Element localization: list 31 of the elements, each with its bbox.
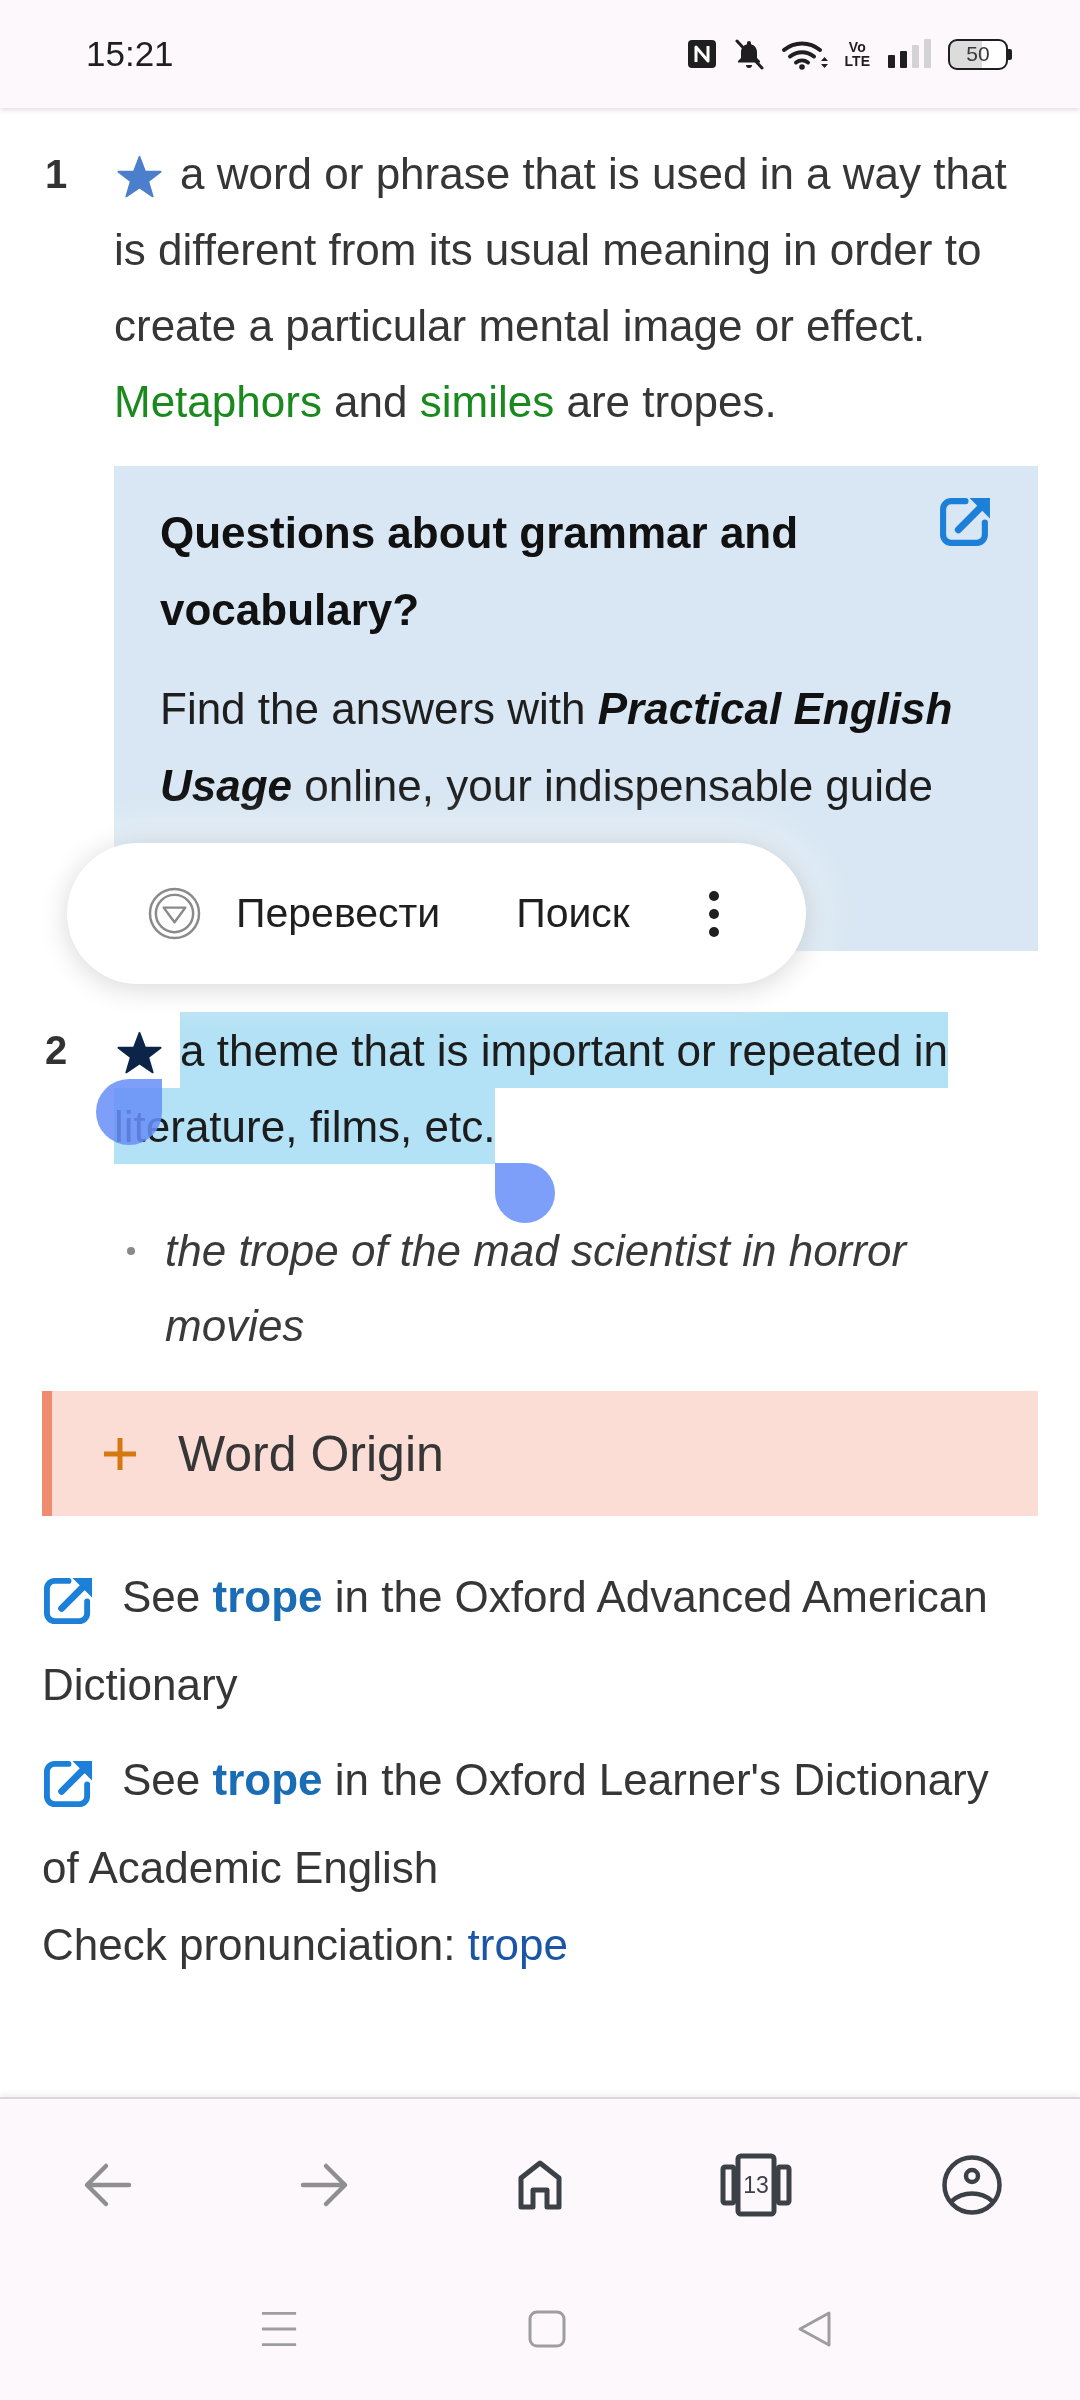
menu-icon[interactable] <box>260 2310 298 2348</box>
sense-number: 2 <box>45 1028 68 1072</box>
home-icon[interactable] <box>516 2158 564 2212</box>
network-type-text: LTE <box>844 54 870 68</box>
pronunciation-text: Check pronunciation: trope <box>42 1920 568 1969</box>
network-type-text: Vo <box>848 40 866 54</box>
wifi-icon <box>780 38 829 70</box>
definition-text: a word or phrase that is used in a way that is different from its usual meaning in order to create a particular mental image or effect. Metaphors and similes are tropes. <box>114 148 1008 428</box>
sense-number: 1 <box>45 152 68 196</box>
back-triangle-icon[interactable] <box>796 2310 834 2348</box>
tab-count: 13 <box>743 2173 769 2197</box>
tabs-icon[interactable] <box>719 2153 793 2217</box>
info-box-text: Find the answers with Practical English Usage online, your indispensable guide <box>160 683 954 812</box>
signal-icon <box>886 38 932 70</box>
example-sentence: the trope of the mad scientist in horror movies <box>165 1226 907 1350</box>
info-box-title: Questions about grammar and vocabulary? <box>160 507 800 636</box>
word-origin-toggle[interactable]: Word Origin <box>42 1391 1038 1516</box>
dictionary-link[interactable]: trope <box>212 1572 323 1621</box>
status-time: 15:21 <box>86 34 174 74</box>
pronunciation-link[interactable]: trope <box>467 1920 568 1969</box>
cross-reference-link[interactable]: similes <box>419 377 555 426</box>
translate-button[interactable]: Перевести <box>148 887 441 940</box>
battery-indicator: 50 <box>948 38 1012 70</box>
account-icon[interactable] <box>941 2154 1003 2216</box>
dictionary-link[interactable]: trope <box>212 1755 323 1804</box>
nfc-icon <box>686 39 717 69</box>
cross-reference-link[interactable]: Metaphors <box>114 377 322 426</box>
home-square-icon[interactable] <box>528 2310 566 2348</box>
see-also-text: See trope in the Oxford Learner's Dictionary of Academic English <box>42 1754 990 1894</box>
bullet-icon <box>127 1247 135 1255</box>
search-button[interactable]: Поиск <box>516 890 630 937</box>
